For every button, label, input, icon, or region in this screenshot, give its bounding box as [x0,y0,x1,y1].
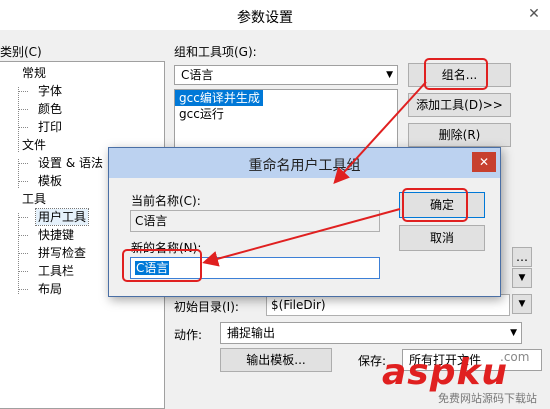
watermark-domain: .com [500,350,530,364]
arrow-overlay [202,81,427,267]
arrow-to-new-name [202,208,401,267]
watermark-brand: aspku [382,352,509,393]
watermark-tagline: 免费网站源码下载站 [438,392,537,405]
arrow-to-dialog [333,81,427,184]
